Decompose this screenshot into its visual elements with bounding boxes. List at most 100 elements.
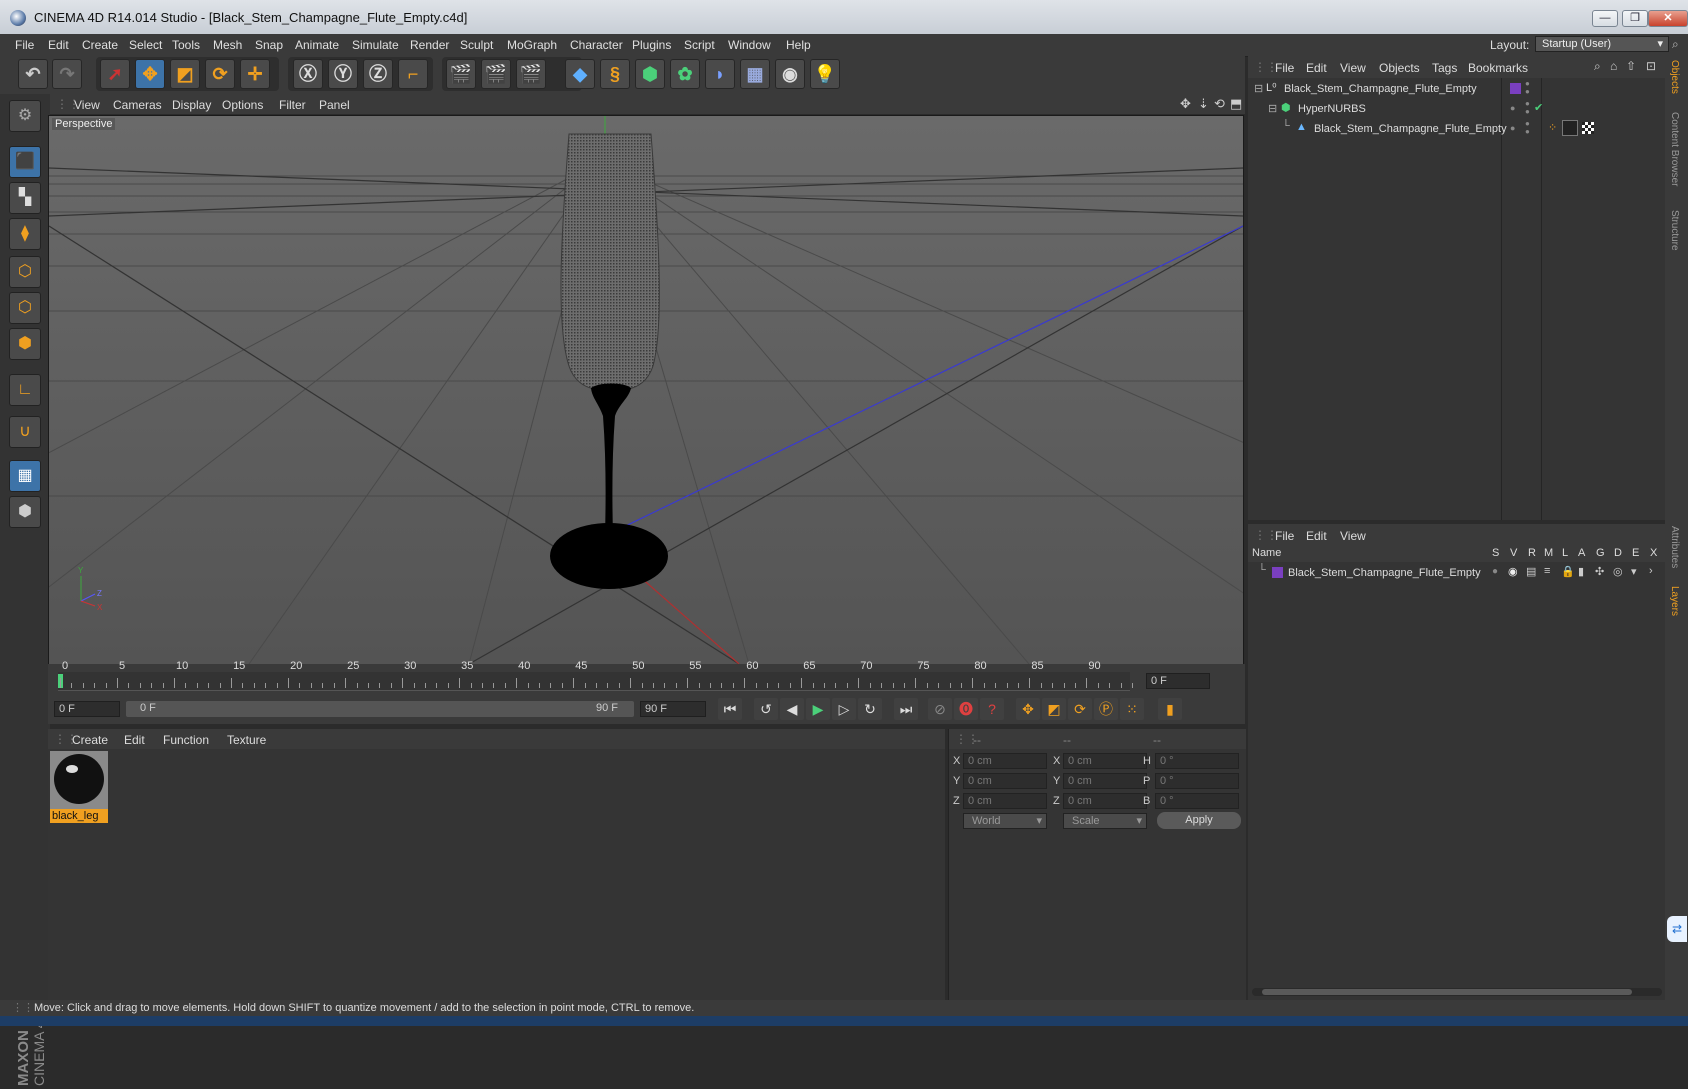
menu-sculpt[interactable]: Sculpt xyxy=(460,38,493,52)
viewport-maximize-icon[interactable]: ⬒ xyxy=(1230,96,1242,112)
camera-icon[interactable]: ◉ xyxy=(775,59,805,89)
eye-icon[interactable]: ◉ xyxy=(1508,565,1518,578)
column-render[interactable]: R xyxy=(1528,547,1536,559)
viewport-zoom-icon[interactable]: ⇣ xyxy=(1198,96,1209,112)
search-icon[interactable]: ⌕ xyxy=(1594,59,1601,74)
deformer-icon[interactable]: ◗ xyxy=(705,59,735,89)
menu-file[interactable]: File xyxy=(15,38,34,52)
object-menu-view[interactable]: View xyxy=(1340,61,1366,75)
keyframe-selection-icon[interactable]: ? xyxy=(980,698,1004,720)
snap-magnet-icon[interactable]: ∪ xyxy=(9,416,41,448)
menu-render[interactable]: Render xyxy=(410,38,449,52)
phong-tag-icon[interactable]: ⁘ xyxy=(1548,121,1557,134)
key-parameter-icon[interactable]: Ⓟ xyxy=(1094,698,1118,720)
recent-tool-icon[interactable]: ✛ xyxy=(240,59,270,89)
generator-toggle-icon[interactable]: ✣ xyxy=(1595,565,1604,578)
visibility-dots-icon[interactable]: ● ● xyxy=(1525,120,1530,136)
object-row[interactable]: ⊟ ⬢ HyperNURBS ● ● ● ✔ xyxy=(1248,100,1665,118)
apply-button[interactable]: Apply xyxy=(1157,812,1241,829)
menu-simulate[interactable]: Simulate xyxy=(352,38,399,52)
viewport-rotate-icon[interactable]: ⟲ xyxy=(1214,96,1225,112)
viewport-menu-display[interactable]: Display xyxy=(172,98,211,112)
layer-color-swatch[interactable] xyxy=(1510,83,1521,94)
z-axis-lock-icon[interactable]: Ⓩ xyxy=(363,59,393,89)
scale-icon[interactable]: ◩ xyxy=(170,59,200,89)
record-keys-icon[interactable]: ⊘ xyxy=(928,698,952,720)
previous-frame-icon[interactable]: ◀ xyxy=(780,698,804,720)
object-row[interactable]: └ ▲ Black_Stem_Champagne_Flute_Empty ● ●… xyxy=(1248,120,1665,138)
timeline-window-icon[interactable]: ▮ xyxy=(1158,698,1182,720)
menu-animate[interactable]: Animate xyxy=(295,38,339,52)
horizontal-scrollbar[interactable] xyxy=(1252,988,1662,996)
play-icon[interactable]: ▶ xyxy=(806,698,830,720)
menu-plugins[interactable]: Plugins xyxy=(632,38,671,52)
move-icon[interactable]: ✥ xyxy=(135,59,165,89)
texture-mode-icon[interactable]: ▚ xyxy=(9,182,41,214)
material-tag-icon[interactable] xyxy=(1562,120,1578,136)
deformer-toggle-icon[interactable]: ◎ xyxy=(1613,565,1623,578)
column-deformers[interactable]: D xyxy=(1614,547,1622,559)
end-frame-field[interactable]: 90 F xyxy=(640,701,706,717)
collapse-icon[interactable]: ⊟ xyxy=(1254,82,1263,95)
menu-edit[interactable]: Edit xyxy=(48,38,69,52)
viewport-menu-view[interactable]: View xyxy=(74,98,100,112)
layer-menu-edit[interactable]: Edit xyxy=(1306,529,1327,543)
next-key-icon[interactable]: ↻ xyxy=(858,698,882,720)
material-menu-create[interactable]: Create xyxy=(72,733,108,747)
scrollbar-thumb[interactable] xyxy=(1262,989,1632,995)
floor-icon[interactable]: ▦ xyxy=(740,59,770,89)
position-z-field[interactable]: 0 cm xyxy=(963,793,1047,809)
rotation-p-field[interactable]: 0 ° xyxy=(1155,773,1239,789)
frame-range-slider[interactable]: 0 F 90 F xyxy=(126,701,634,717)
column-animation[interactable]: A xyxy=(1578,547,1585,559)
menu-window[interactable]: Window xyxy=(728,38,771,52)
xref-toggle-icon[interactable]: › xyxy=(1649,565,1653,577)
visibility-dot-icon[interactable]: ● xyxy=(1510,103,1515,113)
tab-content-browser[interactable]: Content Browser xyxy=(1669,112,1680,186)
menu-character[interactable]: Character xyxy=(570,38,623,52)
spline-pen-icon[interactable]: § xyxy=(600,59,630,89)
layout-select[interactable]: Startup (User) ▾ xyxy=(1535,36,1669,52)
tab-objects[interactable]: Objects xyxy=(1669,60,1680,94)
up-icon[interactable]: ⇧ xyxy=(1626,59,1636,73)
rotation-b-field[interactable]: 0 ° xyxy=(1155,793,1239,809)
render-picture-viewer-icon[interactable]: 🎬 xyxy=(481,59,511,89)
edges-mode-icon[interactable]: ⬡ xyxy=(9,292,41,324)
material-menu-function[interactable]: Function xyxy=(163,733,209,747)
light-icon[interactable]: 💡 xyxy=(810,59,840,89)
column-name[interactable]: Name xyxy=(1252,547,1281,559)
layer-color-swatch[interactable] xyxy=(1272,567,1283,578)
previous-key-icon[interactable]: ↺ xyxy=(754,698,778,720)
axis-mode-icon[interactable]: ∟ xyxy=(9,374,41,406)
layer-row[interactable]: └ Black_Stem_Champagne_Flute_Empty ● ◉ ▤… xyxy=(1248,564,1665,582)
object-row[interactable]: ⊟ L⁰ Black_Stem_Champagne_Flute_Empty ● ● xyxy=(1248,80,1665,98)
size-x-field[interactable]: 0 cm xyxy=(1063,753,1147,769)
lock-icon[interactable]: 🔒 xyxy=(1561,565,1575,578)
object-menu-bookmarks[interactable]: Bookmarks xyxy=(1468,61,1528,75)
go-to-start-icon[interactable]: ⏮ xyxy=(718,698,742,720)
viewport-menu-filter[interactable]: Filter xyxy=(279,98,306,112)
rotate-icon[interactable]: ⟳ xyxy=(205,59,235,89)
column-solo[interactable]: S xyxy=(1492,547,1499,559)
model-mode-icon[interactable]: ⬛ xyxy=(9,146,41,178)
next-frame-icon[interactable]: ▷ xyxy=(832,698,856,720)
visibility-dots-icon[interactable]: ● ● xyxy=(1525,100,1530,116)
workplane-icon[interactable]: ⬢ xyxy=(9,496,41,528)
menu-mesh[interactable]: Mesh xyxy=(213,38,242,52)
object-menu-file[interactable]: File xyxy=(1275,61,1294,75)
x-axis-lock-icon[interactable]: Ⓧ xyxy=(293,59,323,89)
autokey-icon[interactable]: ⓿ xyxy=(954,698,978,720)
expression-toggle-icon[interactable]: ▾ xyxy=(1631,565,1637,578)
cube-icon[interactable]: ◆ xyxy=(565,59,595,89)
column-view[interactable]: V xyxy=(1510,547,1517,559)
search-icon[interactable]: ⌕ xyxy=(1672,37,1679,52)
column-locked[interactable]: L xyxy=(1562,547,1568,559)
tab-structure[interactable]: Structure xyxy=(1669,210,1680,251)
menu-snap[interactable]: Snap xyxy=(255,38,283,52)
home-icon[interactable]: ⌂ xyxy=(1610,59,1617,73)
polygons-mode-icon[interactable]: ⬢ xyxy=(9,328,41,360)
menu-mograph[interactable]: MoGraph xyxy=(507,38,557,52)
size-mode-select[interactable]: Scale ▾ xyxy=(1063,813,1147,829)
layer-menu-view[interactable]: View xyxy=(1340,529,1366,543)
enabled-check-icon[interactable]: ✔ xyxy=(1534,101,1543,114)
